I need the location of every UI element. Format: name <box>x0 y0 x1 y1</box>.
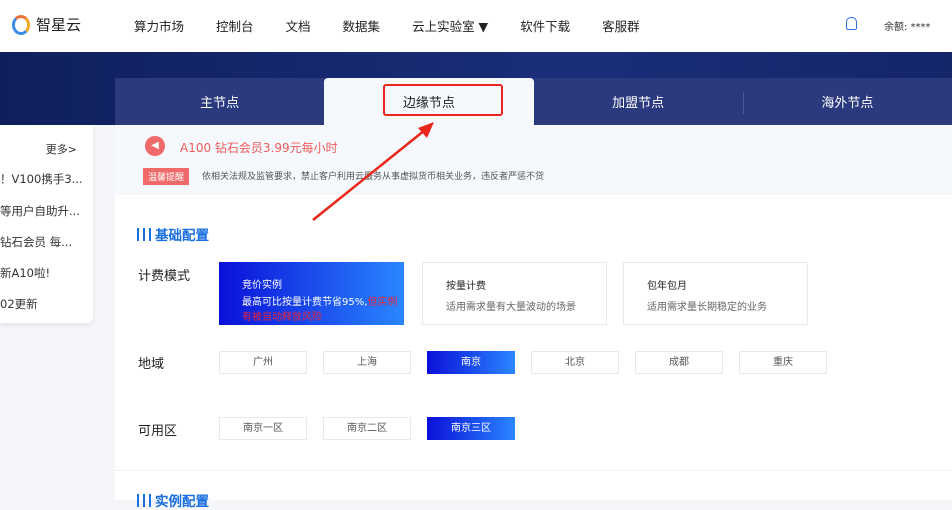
annotation-arrow <box>312 122 434 221</box>
arrow-head <box>418 122 434 138</box>
arrow-shaft <box>312 129 426 221</box>
